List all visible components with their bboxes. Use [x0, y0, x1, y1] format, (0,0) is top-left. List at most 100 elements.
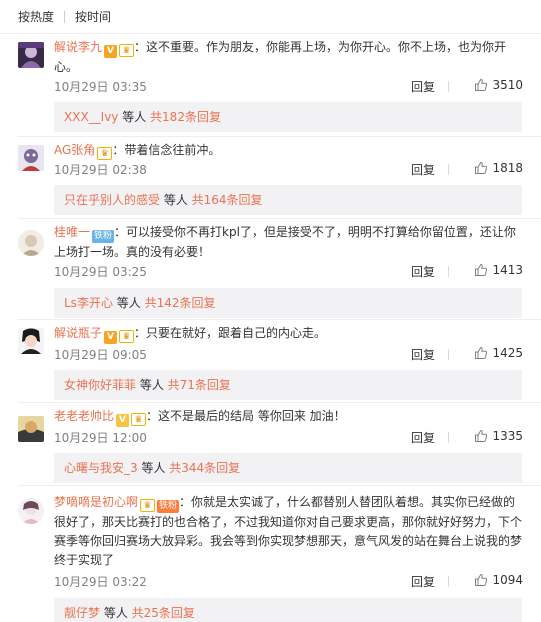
sub-reply-count[interactable]: 共182条回复	[150, 110, 221, 124]
avatar[interactable]	[18, 328, 44, 354]
comment-content: ：可以接受你不再打kpl了，但是接受不了，明明不打算给你留位置，还让你上场打一场…	[54, 225, 516, 259]
sub-replies-link[interactable]: 只在乎别人的感受 等人 共164条回复	[54, 185, 522, 215]
thumbs-up-icon	[475, 346, 488, 359]
like-button[interactable]: 3510	[474, 78, 523, 92]
comment-item: 解说李九 V ♛ ：这不重要。作为朋友，你能再上场，为你开心。你不上场，也为你开心。 …	[0, 34, 541, 136]
comment-text: 解说李九 V ♛ ：这不重要。作为朋友，你能再上场，为你开心。你不上场，也为你开心。	[54, 38, 523, 77]
meta-divider	[448, 576, 449, 587]
comment-text: 老老老帅比 V ♛ ：这不是最后的结局 等你回来 加油！	[54, 407, 523, 427]
meta-divider	[448, 432, 449, 443]
comment-text: 梦嘀嘀是初心啊 ♛ 铁粉 ：你就是太实诚了，什么都替别人替团队着想。其实你已经做的很好…	[54, 493, 523, 570]
comment-time: 10月29日 03:35	[54, 80, 147, 94]
sort-bar: 按热度 按时间	[0, 0, 541, 34]
reply-button[interactable]: 回复	[411, 78, 435, 95]
like-count: 1413	[492, 263, 523, 277]
sort-divider	[64, 10, 66, 23]
sub-replies-link[interactable]: XXX__Ivy 等人 共182条回复	[54, 102, 522, 132]
sub-replies-link[interactable]: Ls李开心 等人 共142条回复	[54, 288, 522, 318]
crown-icon: ♛	[131, 413, 147, 426]
crown-icon: ♛	[140, 499, 156, 512]
avatar[interactable]	[18, 145, 44, 171]
crown-icon: ♛	[119, 44, 135, 57]
comment-item: 老老老帅比 V ♛ ：这不是最后的结局 等你回来 加油！ 10月29日 12:00 回…	[0, 403, 541, 485]
thumbs-up-icon	[475, 573, 488, 586]
meta-divider	[448, 164, 449, 175]
avatar[interactable]	[18, 230, 44, 256]
thumbs-up-icon	[475, 429, 488, 442]
sub-reply-mid: 等人	[136, 378, 168, 392]
sub-reply-mid: 等人	[137, 461, 170, 475]
sub-reply-count[interactable]: 共71条回复	[168, 378, 231, 392]
like-count: 3510	[492, 78, 523, 92]
comment-time: 10月29日 03:25	[54, 265, 147, 279]
fan-badge: 铁粉	[92, 230, 115, 243]
avatar[interactable]	[18, 416, 44, 442]
meta-divider	[448, 81, 449, 92]
reply-button[interactable]: 回复	[411, 263, 435, 280]
comment-time: 10月29日 02:38	[54, 163, 147, 177]
sort-by-time-tab[interactable]: 按时间	[75, 8, 111, 25]
sub-reply-user[interactable]: 靓仔梦	[64, 606, 100, 620]
avatar[interactable]	[18, 42, 44, 68]
thumbs-up-icon	[475, 78, 488, 91]
like-button[interactable]: 1094	[474, 573, 523, 587]
sub-reply-user[interactable]: 女神你好菲菲	[64, 378, 136, 392]
sub-replies-link[interactable]: 心曙与我安_3 等人 共344条回复	[54, 453, 522, 483]
sort-by-hot-tab[interactable]: 按热度	[18, 8, 54, 25]
sub-reply-mid: 等人	[118, 110, 151, 124]
sub-reply-user[interactable]: 只在乎别人的感受	[64, 193, 160, 207]
comment-username[interactable]: 解说瓶子	[54, 326, 102, 340]
crown-icon: ♛	[119, 330, 135, 343]
comment-username[interactable]: 解说李九	[54, 40, 102, 54]
comment-text: AG张角 ♛ ：带着信念往前冲。	[54, 141, 523, 160]
sub-reply-count[interactable]: 共344条回复	[169, 461, 240, 475]
like-count: 1094	[492, 573, 523, 587]
reply-button[interactable]: 回复	[411, 429, 435, 446]
crown-icon: ♛	[97, 147, 113, 160]
like-count: 1425	[492, 346, 523, 360]
comment-item: 解说瓶子 V ♛ ：只要在就好，跟着自己的内心走。 10月29日 09:05 回复 1…	[0, 320, 541, 402]
sub-reply-count[interactable]: 共142条回复	[145, 296, 216, 310]
thumbs-up-icon	[475, 263, 488, 276]
comment-item: 桂唯一 铁粉 ：可以接受你不再打kpl了，但是接受不了，明明不打算给你留位置，还让你…	[0, 219, 541, 319]
fan-badge: 铁粉	[157, 500, 180, 513]
like-button[interactable]: 1413	[474, 263, 523, 277]
verified-icon: V	[116, 414, 130, 427]
sub-reply-user[interactable]: Ls李开心	[64, 296, 113, 310]
sub-reply-mid: 等人	[112, 296, 145, 310]
comment-time: 10月29日 09:05	[54, 348, 147, 362]
reply-button[interactable]: 回复	[411, 573, 435, 590]
comment-username[interactable]: 桂唯一	[54, 225, 90, 239]
sub-reply-count[interactable]: 共164条回复	[192, 193, 263, 207]
avatar[interactable]	[18, 498, 44, 524]
sub-reply-count[interactable]: 共25条回复	[132, 606, 195, 620]
comment-username[interactable]: 梦嘀嘀是初心啊	[54, 495, 138, 509]
like-count: 1818	[492, 161, 523, 175]
comment-time: 10月29日 03:22	[54, 575, 147, 589]
sub-reply-mid: 等人	[100, 606, 132, 620]
sub-replies-link[interactable]: 女神你好菲菲 等人 共71条回复	[54, 370, 522, 400]
comment-content: ：只要在就好，跟着自己的内心走。	[134, 326, 327, 340]
comment-username[interactable]: AG张角	[54, 143, 95, 157]
verified-icon: V	[104, 45, 118, 58]
comment-username[interactable]: 老老老帅比	[54, 409, 114, 423]
meta-divider	[448, 349, 449, 360]
reply-button[interactable]: 回复	[411, 161, 435, 178]
meta-divider	[448, 266, 449, 277]
like-button[interactable]: 1818	[474, 161, 523, 175]
like-button[interactable]: 1335	[474, 429, 523, 443]
comment-text: 解说瓶子 V ♛ ：只要在就好，跟着自己的内心走。	[54, 324, 523, 344]
comment-item: 梦嘀嘀是初心啊 ♛ 铁粉 ：你就是太实诚了，什么都替别人替团队着想。其实你已经做的很好…	[0, 486, 541, 622]
comment-text: 桂唯一 铁粉 ：可以接受你不再打kpl了，但是接受不了，明明不打算给你留位置，还让你…	[54, 223, 523, 262]
comment-content: ：这不是最后的结局 等你回来 加油！	[146, 409, 346, 423]
like-button[interactable]: 1425	[474, 346, 523, 360]
like-count: 1335	[492, 429, 523, 443]
sub-replies-link[interactable]: 靓仔梦 等人 共25条回复	[54, 598, 522, 622]
comment-item: AG张角 ♛ ：带着信念往前冲。 10月29日 02:38 回复 1818 只在乎别…	[0, 137, 541, 218]
sub-reply-mid: 等人	[160, 193, 192, 207]
comment-time: 10月29日 12:00	[54, 431, 147, 445]
sub-reply-user[interactable]: 心曙与我安_3	[64, 461, 138, 475]
sub-reply-user[interactable]: XXX__Ivy	[64, 110, 118, 124]
reply-button[interactable]: 回复	[411, 346, 435, 363]
verified-icon: V	[104, 331, 118, 344]
